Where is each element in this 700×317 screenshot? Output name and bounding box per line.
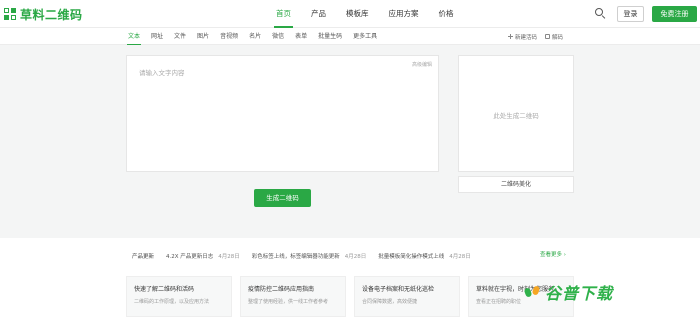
watermark-text: 谷普下载 <box>545 284 614 303</box>
nav-item-templates[interactable]: 模板库 <box>340 0 375 28</box>
tab-text[interactable]: 文本 <box>124 28 144 45</box>
watermark-logo-icon <box>523 284 541 300</box>
search-icon[interactable] <box>595 8 606 19</box>
advanced-edit-link[interactable]: 高级编辑 <box>412 61 432 68</box>
card-desc: 整理了使用经验，供一线工作者参考 <box>248 299 329 305</box>
news-item[interactable]: 批量模板简化操作模式上线 4月28日 <box>378 252 471 260</box>
new-dynamic-code-button[interactable]: 新建活码 <box>508 33 537 41</box>
text-editor[interactable]: 请输入文字内容 高级编辑 <box>126 55 439 172</box>
lower-section: 产品更新 4.2X 产品更新日志 4月28日 彩色标签上线，标签编辑器功能更新 … <box>0 238 700 317</box>
news-item[interactable]: 4.2X 产品更新日志 4月28日 <box>166 252 240 260</box>
news-item-text: 4.2X 产品更新日志 <box>166 253 214 260</box>
nav-item-pricing[interactable]: 价格 <box>433 0 460 28</box>
feature-cards: 快速了解二维码和活码 二维码的工作原理，以及应用方法 疫情防控二维码应用指南 整… <box>126 276 574 317</box>
feature-card[interactable]: 疫情防控二维码应用指南 整理了使用经验，供一线工作者参考 <box>240 276 346 317</box>
nav-item-products[interactable]: 产品 <box>305 0 332 28</box>
tab-business-card[interactable]: 名片 <box>245 28 265 45</box>
card-desc: 二维码的工作原理，以及应用方法 <box>134 299 210 305</box>
login-button[interactable]: 登录 <box>617 6 644 22</box>
tab-wechat[interactable]: 微信 <box>268 28 288 45</box>
preview-placeholder: 此处生成二维码 <box>493 112 539 120</box>
nav-item-home[interactable]: 首页 <box>270 0 297 28</box>
feature-card[interactable]: 设备电子档案和无纸化巡检 合同保障数据，高效便捷 <box>354 276 460 317</box>
tab-url[interactable]: 网址 <box>147 28 167 45</box>
new-dynamic-code-label: 新建活码 <box>515 34 538 41</box>
tab-actions: 新建活码 解码 <box>508 28 571 45</box>
generate-qr-button[interactable]: 生成二维码 <box>254 189 311 207</box>
product-news-bar: 产品更新 4.2X 产品更新日志 4月28日 彩色标签上线，标签编辑器功能更新 … <box>126 247 574 264</box>
main-nav: 首页 产品 模板库 应用方案 价格 <box>270 0 468 28</box>
decode-button[interactable]: 解码 <box>545 33 563 41</box>
card-title: 快速了解二维码和活码 <box>134 286 195 293</box>
tab-batch[interactable]: 批量生码 <box>314 28 346 45</box>
tab-more-tools[interactable]: 更多工具 <box>349 28 381 45</box>
generator-area: 请输入文字内容 高级编辑 此处生成二维码 二维码美化 生成二维码 <box>0 45 700 238</box>
watermark: 谷普下载 <box>523 280 614 304</box>
qr-beautify-button[interactable]: 二维码美化 <box>458 176 574 193</box>
news-item-date: 4月28日 <box>344 253 367 260</box>
qr-logo-icon <box>4 8 17 21</box>
tab-file[interactable]: 文件 <box>170 28 190 45</box>
news-item-date: 4月28日 <box>449 253 471 260</box>
card-title: 疫情防控二维码应用指南 <box>248 286 315 293</box>
scan-icon <box>545 34 551 39</box>
nav-item-solutions[interactable]: 应用方案 <box>383 0 425 28</box>
card-desc: 合同保障数据，高效便捷 <box>362 299 418 305</box>
content-type-tabs-bar: 文本 网址 文件 图片 音视频 名片 微信 表单 批量生码 更多工具 新建活码 … <box>0 28 700 45</box>
news-item-date: 4月28日 <box>218 253 240 260</box>
tab-form[interactable]: 表单 <box>291 28 311 45</box>
news-more-link[interactable]: 查看更多 › <box>540 247 566 264</box>
editor-placeholder: 请输入文字内容 <box>139 69 185 77</box>
feature-card[interactable]: 快速了解二维码和活码 二维码的工作原理，以及应用方法 <box>126 276 232 317</box>
decode-label: 解码 <box>552 34 564 41</box>
news-label: 产品更新 <box>132 253 155 260</box>
brand-name: 草料二维码 <box>20 8 83 22</box>
card-title: 设备电子档案和无纸化巡检 <box>362 286 435 293</box>
news-item-text: 批量模板简化操作模式上线 <box>378 253 445 260</box>
content-type-tabs: 文本 网址 文件 图片 音视频 名片 微信 表单 批量生码 更多工具 <box>124 28 384 45</box>
top-header: 草料二维码 首页 产品 模板库 应用方案 价格 登录 免费注册 <box>0 0 700 28</box>
news-item-text: 彩色标签上线，标签编辑器功能更新 <box>251 253 340 260</box>
register-button[interactable]: 免费注册 <box>652 6 697 22</box>
news-item[interactable]: 彩色标签上线，标签编辑器功能更新 4月28日 <box>252 252 367 260</box>
qr-preview: 此处生成二维码 <box>458 55 574 172</box>
plus-icon <box>508 34 513 39</box>
logo[interactable]: 草料二维码 <box>4 6 83 23</box>
tab-audio-video[interactable]: 音视频 <box>216 28 242 45</box>
tab-image[interactable]: 图片 <box>193 28 213 45</box>
